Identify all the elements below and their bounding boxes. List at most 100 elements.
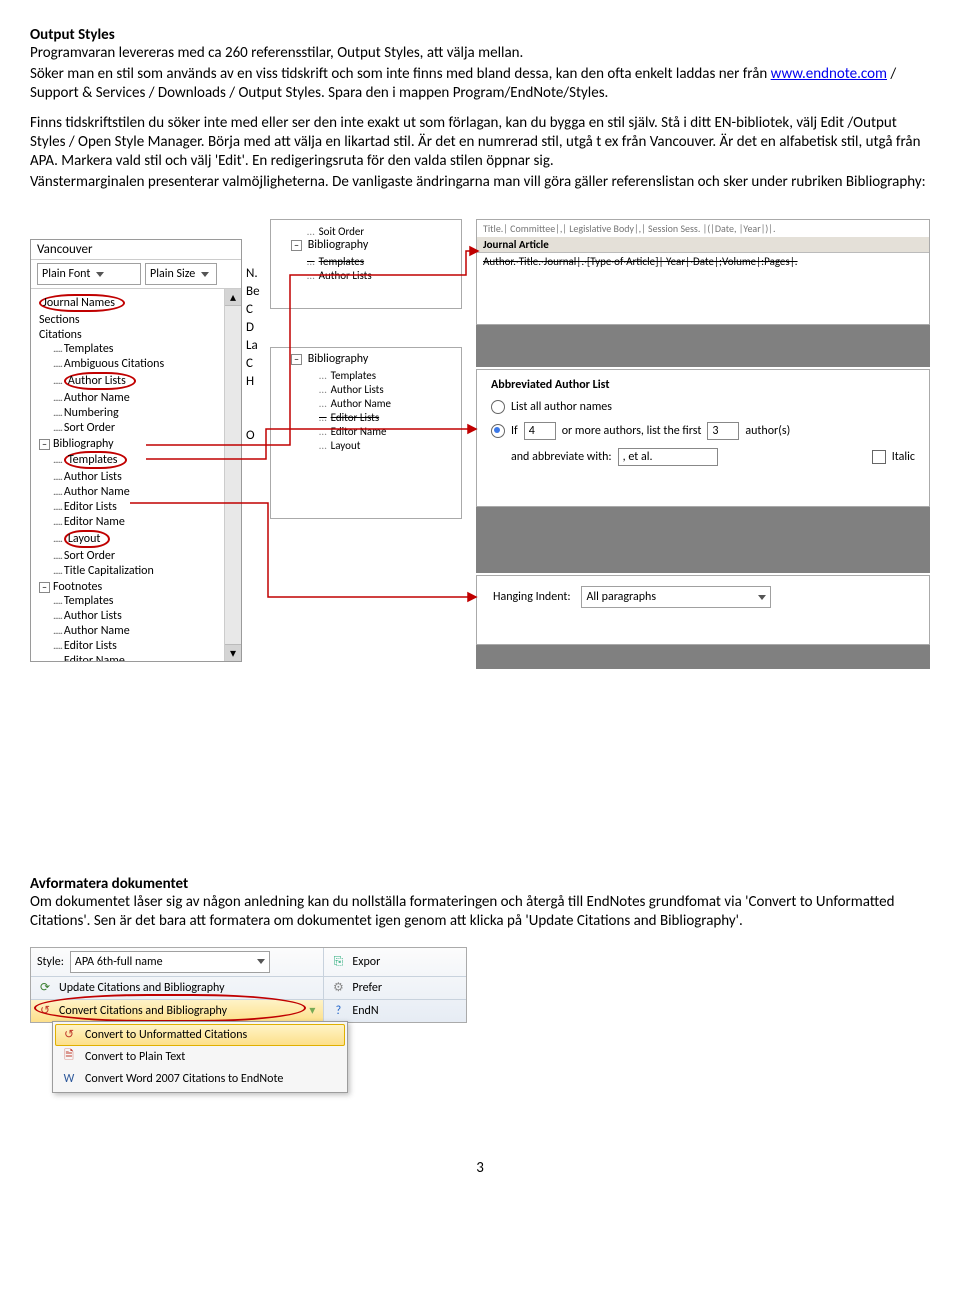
text: author(s)	[745, 424, 790, 438]
truncated-column: N. Be C D La C H O	[246, 265, 264, 445]
tree-group[interactable]: – Bibliography	[277, 238, 455, 254]
tree-item[interactable]: Editor Lists	[53, 639, 239, 654]
help-icon: ?	[330, 1003, 346, 1019]
tree-item[interactable]: Journal Names	[39, 293, 239, 312]
tree-group-bibliography[interactable]: –Bibliography Templates Author Lists Aut…	[39, 436, 239, 579]
export-button[interactable]: Expor	[352, 955, 380, 969]
tree-item[interactable]: Layout	[53, 530, 239, 549]
mid-panel-bottom: – Bibliography Templates Author Lists Au…	[270, 347, 462, 519]
heading-output-styles: Output Styles	[30, 26, 930, 44]
menu-item-word2007[interactable]: W Convert Word 2007 Citations to EndNote	[55, 1068, 345, 1090]
tree-item[interactable]: Sort Order	[53, 549, 239, 564]
style-combo-value: APA 6th-full name	[75, 955, 163, 969]
chevron-down-icon	[96, 272, 104, 277]
paragraph: Finns tidskriftstilen du söker inte med …	[30, 114, 930, 170]
endnote-word-ribbon-screenshot: Style: APA 6th-full name ⎘ Expor ⟳ Updat…	[30, 947, 930, 1117]
tree-item[interactable]: Editor Name	[53, 515, 239, 530]
style-name-label: Vancouver	[31, 240, 241, 260]
style-tree[interactable]: ▴ ▾ Journal Names Sections Citations Tem…	[31, 289, 241, 661]
collapse-icon[interactable]: –	[39, 582, 50, 593]
tree-item[interactable]: Templates	[53, 594, 239, 609]
menu-item-unformatted[interactable]: ↺ Convert to Unformatted Citations	[55, 1024, 345, 1046]
radio-if-more[interactable]	[491, 424, 505, 438]
gear-icon: ⚙	[330, 980, 346, 996]
italic-checkbox[interactable]	[872, 450, 886, 464]
tree-item[interactable]: Numbering	[53, 406, 239, 421]
tree-item[interactable]: Soit Order	[277, 224, 455, 238]
tree-group-footnotes[interactable]: –Footnotes Templates Author Lists Author…	[39, 579, 239, 661]
tree-item[interactable]: Ambiguous Citations	[53, 357, 239, 372]
text: Söker man en stil som används av en viss…	[30, 65, 771, 83]
tree-item[interactable]: Author Name	[53, 485, 239, 500]
tree-item[interactable]: Templates	[277, 368, 455, 382]
chevron-down-icon	[758, 595, 766, 600]
tree-item[interactable]: Templates	[53, 451, 239, 470]
tree-item[interactable]: Author Lists	[53, 372, 239, 391]
style-tree-panel: Vancouver Plain Font Plain Size ▴ ▾ Jour…	[30, 239, 242, 662]
tree-item[interactable]: Editor Name	[53, 654, 239, 662]
tree-item[interactable]: Editor Lists	[277, 410, 455, 424]
combo-value: All paragraphs	[586, 590, 656, 604]
font-combo-value: Plain Font	[42, 267, 90, 281]
menu-item-plain-text[interactable]: 🗎 Convert to Plain Text	[55, 1046, 345, 1068]
update-button[interactable]: Update Citations and Bibliography	[59, 981, 225, 995]
heading-avformatera: Avformatera dokumentet	[30, 875, 930, 893]
paragraph: Vänstermarginalen presenterar valmöjligh…	[30, 173, 930, 192]
template-row: Title.| Committee|,| Legislative Body|,|…	[477, 220, 929, 237]
style-combo[interactable]: APA 6th-full name	[70, 951, 270, 973]
collapse-icon[interactable]: –	[39, 439, 50, 450]
chevron-down-icon[interactable]: ▾	[309, 1003, 315, 1018]
tree-item[interactable]: Author Name	[53, 391, 239, 406]
tree-item[interactable]: Author Lists	[277, 268, 455, 282]
template-section-header: Journal Article	[477, 237, 929, 253]
tree-item[interactable]: Author Lists	[53, 609, 239, 624]
size-combo[interactable]: Plain Size	[145, 263, 217, 285]
text: If	[511, 424, 518, 438]
tree-item[interactable]: Sort Order	[53, 421, 239, 436]
tree-item[interactable]: Title Capitalization	[53, 564, 239, 579]
convert-button[interactable]: Convert Citations and Bibliography	[59, 1004, 227, 1018]
document-icon: 🗎	[61, 1049, 77, 1065]
font-combo[interactable]: Plain Font	[37, 263, 141, 285]
template-panel: Title.| Committee|,| Legislative Body|,|…	[476, 219, 930, 325]
author-threshold-input[interactable]: 4	[524, 422, 556, 440]
convert-icon: ↺	[37, 1003, 53, 1019]
ribbon: Style: APA 6th-full name ⎘ Expor ⟳ Updat…	[30, 947, 467, 1023]
tree-item[interactable]: Author Name	[277, 396, 455, 410]
tree-item[interactable]: Templates	[277, 254, 455, 268]
tree-group[interactable]: – Bibliography	[277, 352, 455, 368]
author-list-first-input[interactable]: 3	[707, 422, 739, 440]
tree-group-citations[interactable]: Citations Templates Ambiguous Citations …	[39, 327, 239, 436]
abbreviated-author-panel: Abbreviated Author List List all author …	[476, 369, 930, 507]
tree-item[interactable]: Author Name	[53, 624, 239, 639]
style-label: Style:	[37, 955, 64, 969]
tree-item[interactable]: Author Lists	[53, 470, 239, 485]
endnote-help-button[interactable]: EndN	[352, 1004, 378, 1018]
mid-panel-top: Soit Order – Bibliography Templates Auth…	[270, 219, 462, 309]
endnote-style-editor-screenshot: Vancouver Plain Font Plain Size ▴ ▾ Jour…	[30, 219, 930, 669]
radio-label: List all author names	[511, 400, 612, 414]
word-icon: W	[61, 1071, 77, 1087]
hanging-indent-combo[interactable]: All paragraphs	[581, 586, 771, 608]
tree-item[interactable]: Editor Lists	[53, 500, 239, 515]
radio-list-all[interactable]	[491, 400, 505, 414]
export-icon: ⎘	[330, 954, 346, 970]
tree-item[interactable]: Sections	[39, 312, 239, 327]
endnote-link[interactable]: www.endnote.com	[771, 65, 887, 83]
paragraph: Om dokumentet låser sig av någon anledni…	[30, 893, 930, 931]
tree-item[interactable]: Author Lists	[277, 382, 455, 396]
paragraph: Söker man en stil som används av en viss…	[30, 65, 930, 103]
convert-dropdown-menu: ↺ Convert to Unformatted Citations 🗎 Con…	[52, 1021, 348, 1093]
abbreviate-input[interactable]: , et al.	[618, 448, 718, 466]
hanging-indent-panel: Hanging Indent: All paragraphs	[476, 575, 930, 645]
tree-item[interactable]: Editor Name	[277, 424, 455, 438]
tree-item[interactable]: Layout	[277, 438, 455, 452]
chevron-down-icon	[257, 959, 265, 964]
template-text[interactable]: Author.·Title.·Journal|.·[Type·of·Articl…	[477, 253, 929, 270]
convert-icon: ↺	[61, 1027, 77, 1043]
tree-item[interactable]: Templates	[53, 342, 239, 357]
page-number: 3	[30, 1159, 930, 1177]
panel-title: Abbreviated Author List	[491, 378, 915, 392]
text: Programvaran levereras med ca 260 refere…	[30, 44, 523, 62]
preferences-button[interactable]: Prefer	[352, 981, 382, 995]
